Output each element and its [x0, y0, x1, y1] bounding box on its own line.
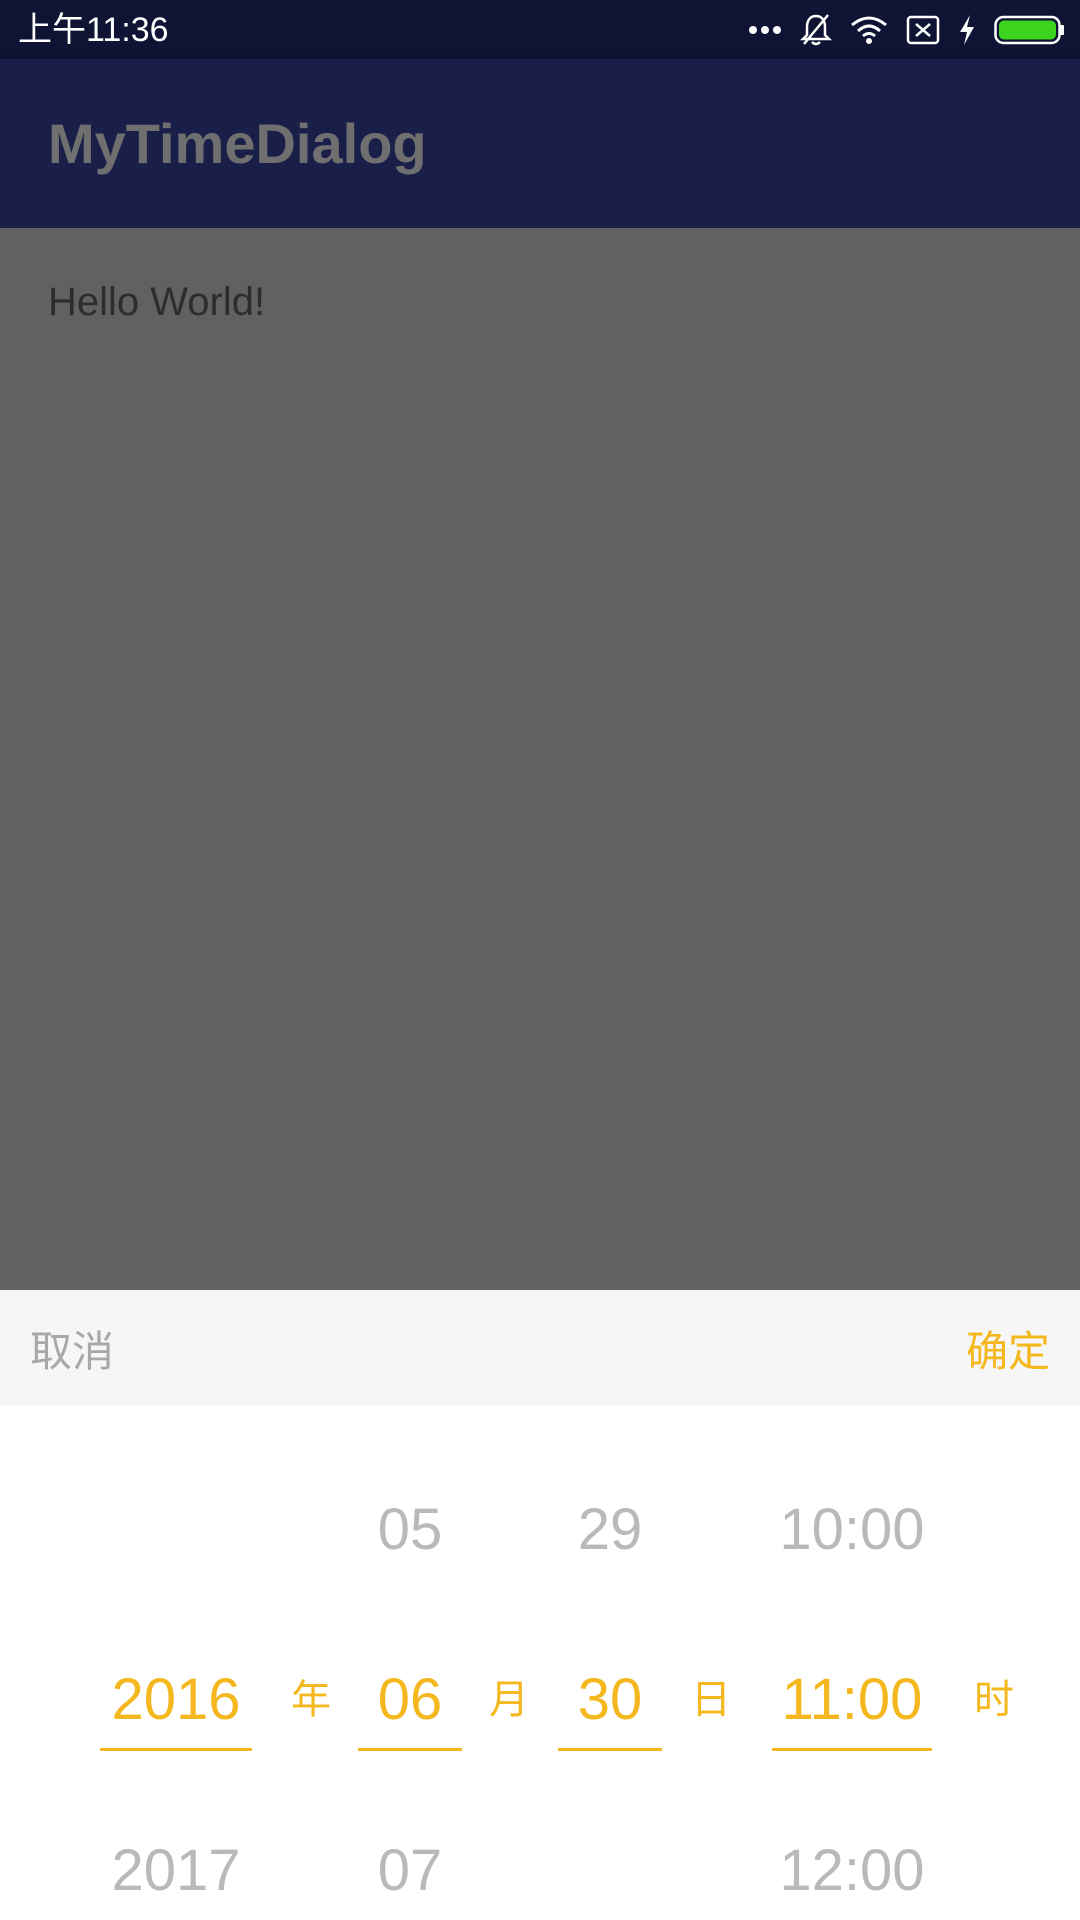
app-bar: MyTimeDialog	[0, 59, 1080, 228]
hour-underline	[772, 1748, 932, 1751]
status-icons	[748, 12, 1066, 48]
cancel-button[interactable]: 取消	[30, 1318, 114, 1379]
year-unit-label: 年	[291, 1677, 331, 1723]
year-below[interactable]: 2017	[111, 1836, 240, 1906]
month-below[interactable]: 07	[378, 1836, 443, 1906]
sim-x-icon	[906, 15, 940, 45]
month-selected[interactable]: 06	[378, 1665, 443, 1735]
charging-icon	[958, 14, 976, 46]
content-area[interactable]: Hello World!	[0, 228, 1080, 1290]
hello-text: Hello World!	[48, 280, 266, 324]
notifications-off-icon	[800, 13, 832, 47]
day-above[interactable]: 29	[578, 1495, 643, 1565]
day-underline	[558, 1748, 662, 1751]
status-bar: 上午11:36	[0, 0, 1080, 59]
month-above[interactable]: 05	[378, 1495, 443, 1565]
wifi-icon	[850, 15, 888, 45]
hour-below[interactable]: 12:00	[779, 1836, 924, 1906]
hour-above[interactable]: 10:00	[779, 1495, 924, 1565]
month-underline	[358, 1748, 462, 1751]
month-unit-label: 月	[489, 1677, 529, 1723]
year-selected[interactable]: 2016	[111, 1665, 240, 1735]
date-time-picker: 2016 2017 年 05 06 07 月 29 30 日 10:00 11:…	[0, 1406, 1080, 1920]
app-title: MyTimeDialog	[48, 112, 427, 175]
status-time: 上午11:36	[18, 11, 169, 49]
battery-icon	[994, 15, 1066, 45]
year-underline	[100, 1748, 252, 1751]
day-unit-label: 日	[691, 1677, 731, 1723]
dialog-header: 取消 确定	[0, 1290, 1080, 1406]
day-selected[interactable]: 30	[578, 1665, 643, 1735]
hour-unit-label: 时	[974, 1677, 1014, 1723]
more-dots-icon	[748, 25, 782, 35]
confirm-button[interactable]: 确定	[966, 1318, 1050, 1379]
hour-selected[interactable]: 11:00	[782, 1665, 923, 1735]
